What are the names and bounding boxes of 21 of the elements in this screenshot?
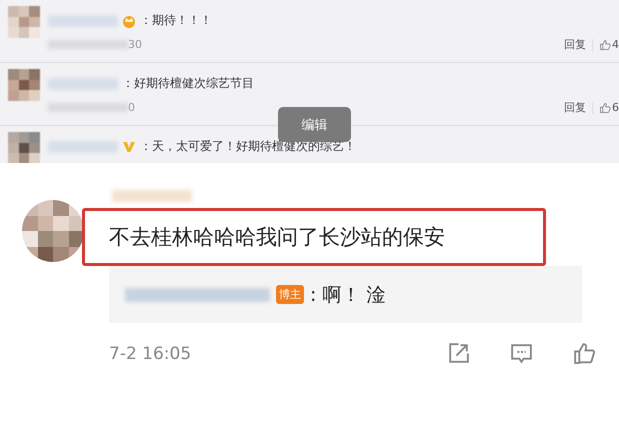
reply-text: : 啊！ 淦 xyxy=(310,282,386,308)
like-button[interactable]: 6 xyxy=(599,101,619,114)
comment-icon[interactable] xyxy=(509,341,534,366)
reply-link[interactable]: 回复 xyxy=(564,37,586,52)
thumbs-up-icon[interactable] xyxy=(572,341,597,366)
timestamp: 0 xyxy=(128,101,135,114)
thumbs-up-icon xyxy=(599,38,611,50)
author-tag: 博主 xyxy=(276,285,304,304)
avatar[interactable] xyxy=(8,132,40,163)
comment-text: ：期待！！！ xyxy=(140,12,212,29)
like-button[interactable]: 4 xyxy=(599,38,619,51)
avatar[interactable] xyxy=(8,69,40,101)
timestamp: 7-2 16:05 xyxy=(109,344,192,364)
timestamp: 30 xyxy=(128,38,142,51)
share-icon[interactable] xyxy=(446,341,471,366)
comment-text: 不去桂林哈哈哈我问了长沙站的保安 xyxy=(82,208,546,266)
avatar[interactable] xyxy=(22,200,84,262)
avatar[interactable] xyxy=(8,6,40,38)
comment-text: ：好期待檀健次综艺节目 xyxy=(122,75,254,92)
thumbs-up-icon xyxy=(599,102,611,114)
reply-link[interactable]: 回复 xyxy=(564,100,586,115)
